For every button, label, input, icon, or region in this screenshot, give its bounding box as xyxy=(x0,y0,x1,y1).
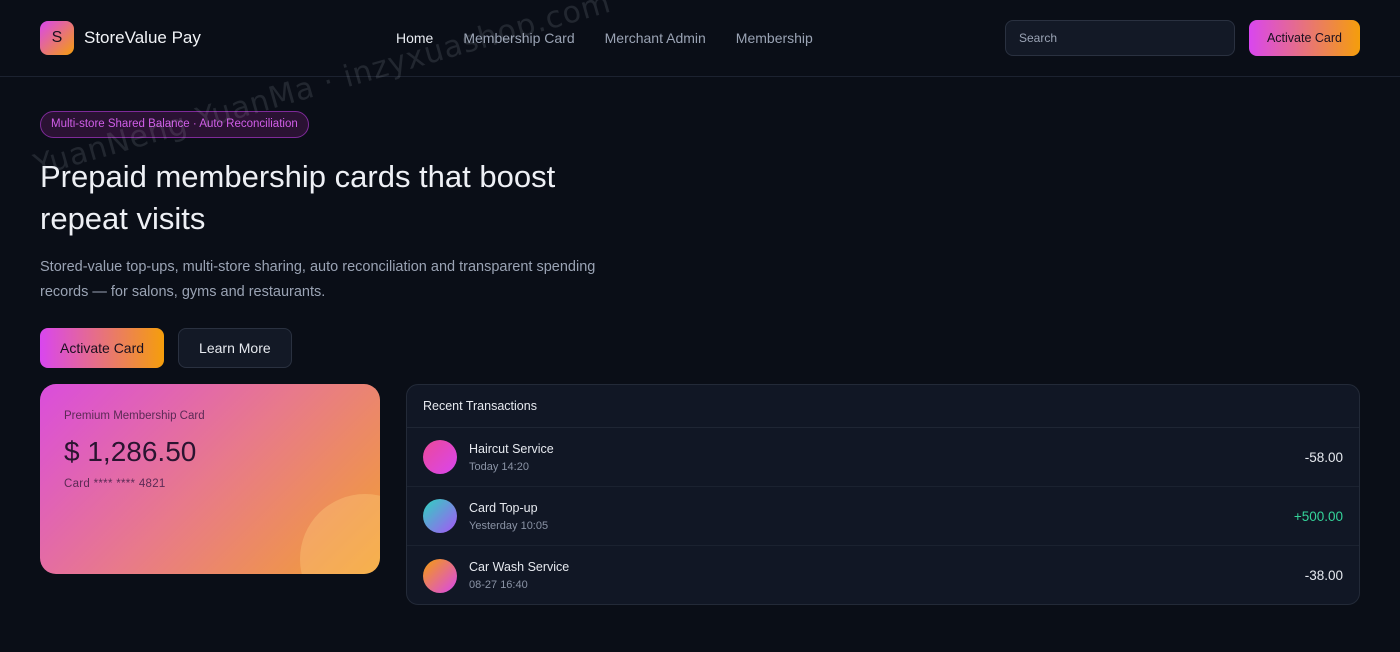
transaction-info: Haircut Service Today 14:20 xyxy=(469,442,554,473)
brand[interactable]: S StoreValue Pay xyxy=(40,21,201,55)
hero-description: Stored-value top-ups, multi-store sharin… xyxy=(40,259,596,300)
transaction-time: Today 14:20 xyxy=(469,460,529,473)
hero-section: Multi-store Shared Balance · Auto Reconc… xyxy=(40,111,640,368)
top-header: S StoreValue Pay Home Membership Card Me… xyxy=(0,0,1400,77)
transaction-name: Haircut Service xyxy=(469,441,554,456)
transaction-info: Card Top-up Yesterday 10:05 xyxy=(469,501,548,532)
logo-icon: S xyxy=(40,21,74,55)
membership-card[interactable]: Premium Membership Card $ 1,286.50 Card … xyxy=(40,384,380,574)
nav-item-membership[interactable]: Membership xyxy=(736,30,813,46)
main-nav: Home Membership Card Merchant Admin Memb… xyxy=(396,0,813,76)
card-balance: $ 1,286.50 xyxy=(64,436,197,467)
activate-card-button[interactable]: Activate Card xyxy=(40,328,165,368)
transaction-info: Car Wash Service 08-27 16:40 xyxy=(469,560,569,591)
activate-card-button-header[interactable]: Activate Card xyxy=(1248,20,1360,56)
search-input[interactable] xyxy=(1004,20,1235,56)
transaction-row[interactable]: Card Top-up Yesterday 10:05 +500.00 xyxy=(407,487,1359,546)
nav-item-merchant-admin[interactable]: Merchant Admin xyxy=(605,30,706,46)
learn-more-button[interactable]: Learn More xyxy=(178,328,292,368)
transaction-avatar-icon xyxy=(423,440,457,474)
transaction-name: Car Wash Service xyxy=(469,560,570,574)
transaction-time: 08-27 16:40 xyxy=(469,579,528,591)
hero-tag-badge: Multi-store Shared Balance · Auto Reconc… xyxy=(40,111,309,138)
transaction-amount: -58.00 xyxy=(1304,449,1343,465)
transaction-avatar-icon xyxy=(423,499,457,533)
transaction-avatar-icon xyxy=(423,558,457,593)
card-number: Card **** **** 4821 xyxy=(64,478,166,490)
recent-transactions-panel: Recent Transactions Haircut Service Toda… xyxy=(406,384,1360,605)
card-decoration-circle xyxy=(300,494,380,574)
transaction-time: Yesterday 10:05 xyxy=(469,519,549,532)
transaction-amount: +500.00 xyxy=(1293,508,1343,524)
hero-actions: Activate Card Learn More xyxy=(40,328,640,368)
transaction-row[interactable]: Car Wash Service 08-27 16:40 -38.00 xyxy=(407,546,1359,604)
brand-name: StoreValue Pay xyxy=(84,28,201,47)
nav-item-membership-card[interactable]: Membership Card xyxy=(463,30,574,46)
transactions-title: Recent Transactions xyxy=(407,385,1359,428)
transaction-amount: -38.00 xyxy=(1304,568,1343,583)
card-label: Premium Membership Card xyxy=(64,410,205,422)
transaction-row[interactable]: Haircut Service Today 14:20 -58.00 xyxy=(407,428,1359,487)
hero-title: Prepaid membership cards that boost repe… xyxy=(40,159,556,236)
nav-item-home[interactable]: Home xyxy=(396,30,433,46)
header-actions: Activate Card xyxy=(1004,20,1360,56)
transaction-name: Card Top-up xyxy=(469,500,538,515)
